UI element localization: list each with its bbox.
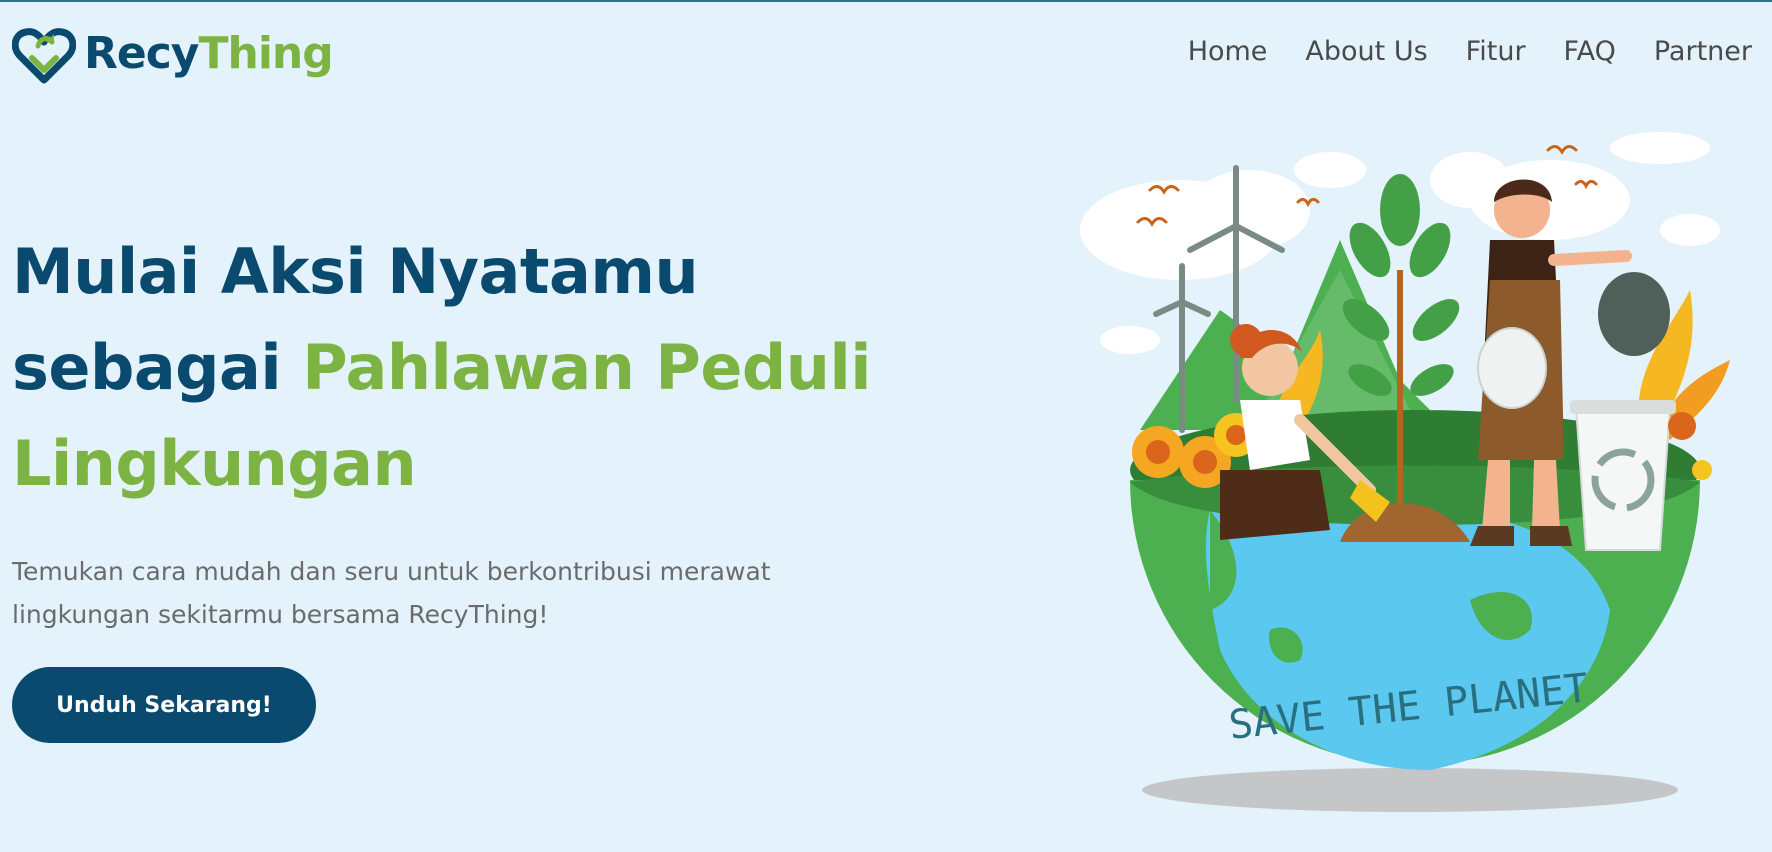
download-now-button[interactable]: Unduh Sekarang! bbox=[12, 667, 316, 743]
brand-name-part1: Recy bbox=[84, 28, 199, 79]
save-the-planet-illustration: SAVE THE PLANET bbox=[1070, 130, 1760, 820]
headline-line1: Mulai Aksi Nyatamu bbox=[12, 235, 699, 308]
subtitle-line1: Temukan cara mudah dan seru untuk berkon… bbox=[12, 557, 771, 586]
earth-illustration-icon: SAVE THE PLANET bbox=[1080, 132, 1730, 812]
brand-name-part2: Thing bbox=[198, 28, 334, 79]
logo[interactable]: RecyThing bbox=[12, 24, 334, 84]
landing-page: RecyThing Home About Us Fitur FAQ Partne… bbox=[0, 2, 1772, 852]
nav-home[interactable]: Home bbox=[1188, 36, 1268, 67]
headline-line3-highlight: Lingkungan bbox=[12, 427, 417, 500]
heart-recycle-logo-icon bbox=[12, 28, 76, 84]
nav-about-us[interactable]: About Us bbox=[1305, 36, 1427, 67]
brand-name: RecyThing bbox=[84, 32, 334, 76]
headline-line2-highlight: Pahlawan Peduli bbox=[302, 331, 871, 404]
hero-section: Mulai Aksi Nyatamu sebagai Pahlawan Pedu… bbox=[12, 224, 872, 636]
hero-headline: Mulai Aksi Nyatamu sebagai Pahlawan Pedu… bbox=[12, 224, 872, 512]
main-nav: Home About Us Fitur FAQ Partner bbox=[1188, 36, 1752, 67]
subtitle-line2: lingkungan sekitarmu bersama RecyThing! bbox=[12, 600, 549, 629]
hero-subtitle: Temukan cara mudah dan seru untuk berkon… bbox=[12, 550, 812, 636]
nav-partner[interactable]: Partner bbox=[1654, 36, 1752, 67]
headline-line2-prefix: sebagai bbox=[12, 331, 282, 404]
nav-faq[interactable]: FAQ bbox=[1564, 36, 1616, 67]
nav-fitur[interactable]: Fitur bbox=[1466, 36, 1526, 67]
